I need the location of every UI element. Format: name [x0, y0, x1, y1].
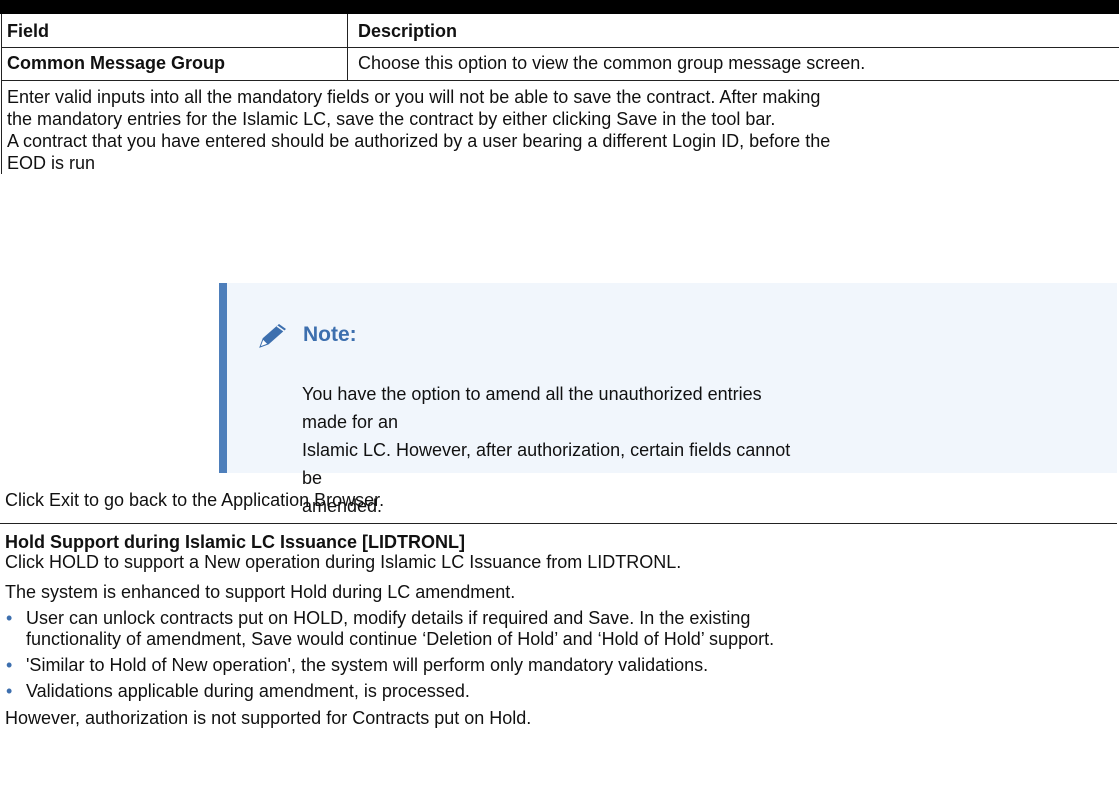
note-line: You have the option to amend all the una…	[302, 384, 762, 432]
field-name: Common Message Group	[2, 48, 348, 80]
field-description: Choose this option to view the common gr…	[358, 53, 866, 73]
hold-section-title: Hold Support during Islamic LC Issuance …	[5, 532, 466, 552]
hold-intro: Click HOLD to support a New operation du…	[5, 552, 682, 572]
hold-enhanced-text: The system is enhanced to support Hold d…	[5, 582, 516, 602]
bullet-line: functionality of amendment, Save would c…	[26, 629, 775, 649]
note-title: Note:	[303, 323, 357, 346]
bullet-icon: •	[6, 608, 13, 628]
exit-instruction: Click Exit to go back to the Application…	[5, 490, 385, 510]
bullet-icon: •	[6, 655, 13, 675]
note-header: Note:	[257, 321, 357, 349]
bullet-line: User can unlock contracts put on HOLD, m…	[26, 608, 751, 628]
table-header-row: Field Description	[2, 14, 1119, 48]
instructions-block: Enter valid inputs into all the mandator…	[2, 81, 1119, 174]
section-divider	[0, 523, 1117, 524]
top-bar	[0, 0, 1119, 14]
list-item: • Validations applicable during amendmen…	[5, 681, 1105, 702]
paragraph-line: Enter valid inputs into all the mandator…	[7, 87, 821, 107]
paragraph-line: A contract that you have entered should …	[7, 131, 831, 151]
header-field: Field	[2, 14, 348, 47]
bullet-line: 'Similar to Hold of New operation', the …	[26, 655, 709, 675]
hold-section: Hold Support during Islamic LC Issuance …	[5, 532, 1105, 729]
list-item: • 'Similar to Hold of New operation', th…	[5, 655, 1105, 676]
paragraph-line: EOD is run	[7, 153, 96, 173]
bullet-line: Validations applicable during amendment,…	[26, 681, 470, 701]
paragraph-line: the mandatory entries for the Islamic LC…	[7, 109, 776, 129]
document-body: Field Description Common Message Group C…	[1, 14, 1119, 174]
header-description: Description	[358, 21, 458, 41]
note-box: Note: You have the option to amend all t…	[219, 283, 1117, 516]
hold-closing: However, authorization is not supported …	[5, 708, 532, 728]
list-item: • User can unlock contracts put on HOLD,…	[5, 608, 1105, 650]
table-row: Common Message Group Choose this option …	[2, 48, 1119, 81]
bullet-icon: •	[6, 681, 13, 701]
pencil-icon	[259, 324, 286, 348]
note-line: Islamic LC. However, after authorization…	[302, 440, 791, 488]
hold-bullet-list: • User can unlock contracts put on HOLD,…	[5, 608, 1105, 702]
